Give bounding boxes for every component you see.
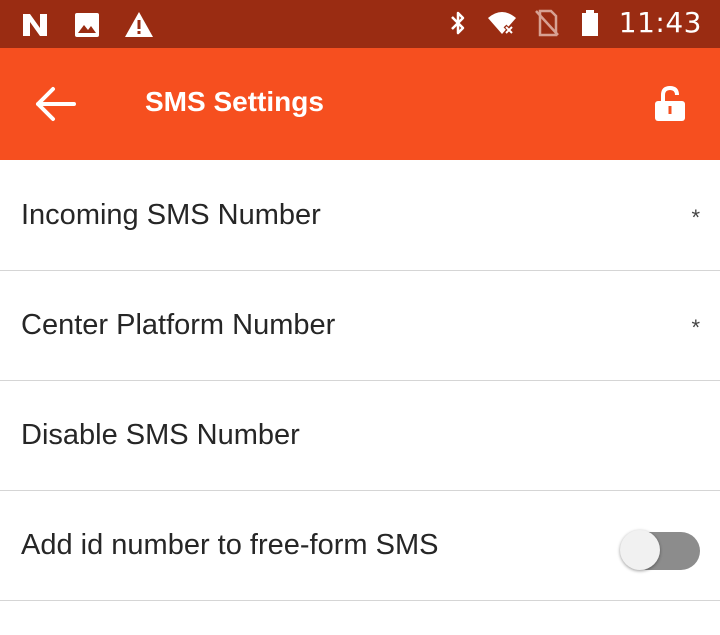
warning-icon [125, 12, 153, 37]
settings-list: Incoming SMS Number * Center Platform Nu… [0, 161, 720, 601]
no-sim-icon [534, 9, 559, 36]
back-arrow-icon[interactable] [34, 84, 78, 124]
setting-label: Disable SMS Number [21, 419, 300, 451]
n-logo-icon [23, 14, 47, 36]
status-right-icons: 11:43 [443, 6, 702, 39]
image-icon [75, 13, 99, 37]
toggle-thumb [620, 530, 660, 570]
setting-label: Center Platform Number [21, 309, 336, 341]
bluetooth-icon [450, 11, 465, 34]
status-bar: 11:43 [0, 0, 720, 48]
app-bar: SMS Settings [0, 48, 720, 160]
battery-icon [581, 9, 598, 36]
required-mark: * [691, 315, 700, 340]
status-time: 11:43 [618, 6, 702, 39]
setting-incoming-sms-number[interactable]: Incoming SMS Number * [0, 161, 720, 271]
add-id-toggle[interactable] [620, 528, 700, 570]
unlock-icon[interactable] [652, 84, 688, 124]
setting-disable-sms-number[interactable]: Disable SMS Number [0, 381, 720, 491]
setting-center-platform-number[interactable]: Center Platform Number * [0, 271, 720, 381]
setting-label: Add id number to free-form SMS [21, 529, 439, 561]
setting-label: Incoming SMS Number [21, 199, 321, 231]
page-title: SMS Settings [145, 86, 324, 117]
status-left-icons [20, 10, 154, 40]
required-mark: * [691, 205, 700, 230]
wifi-icon [487, 11, 516, 35]
setting-add-id-number: Add id number to free-form SMS [0, 491, 720, 601]
